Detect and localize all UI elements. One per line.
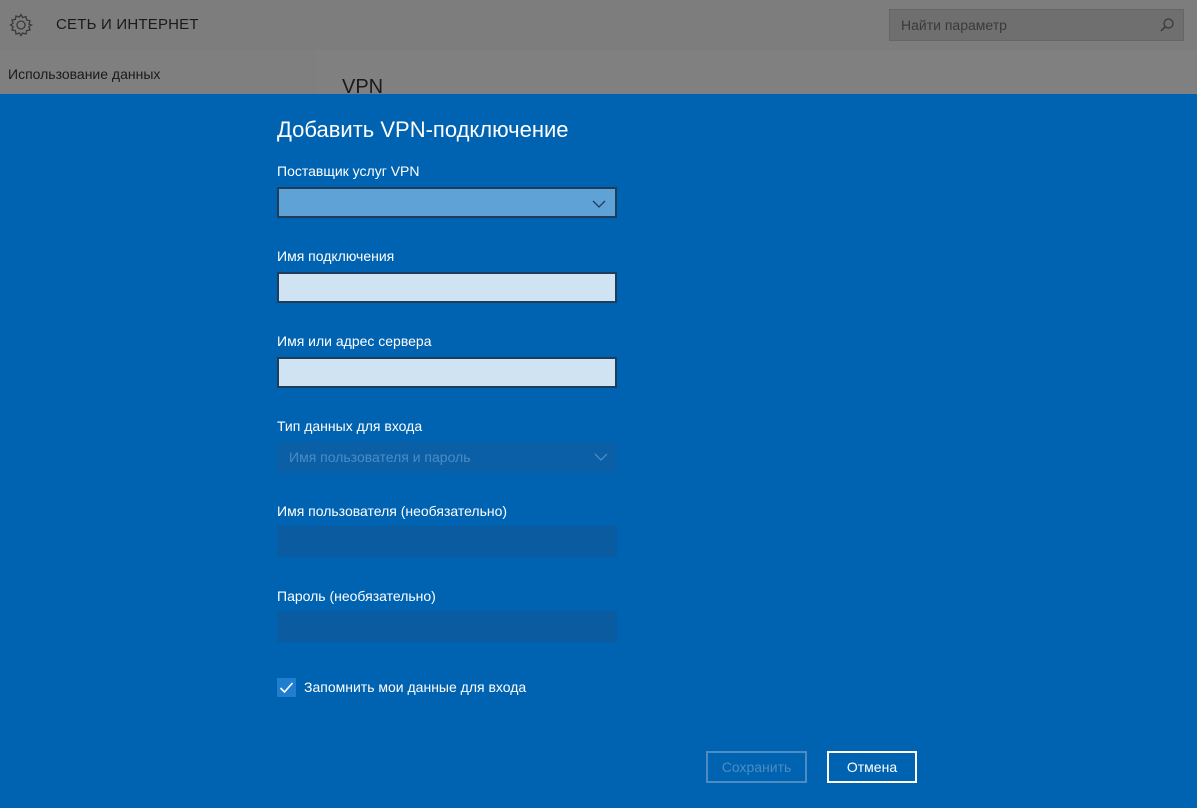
chevron-down-icon [592, 200, 606, 208]
signin-type-label: Тип данных для входа [277, 418, 423, 434]
vpn-provider-label: Поставщик услуг VPN [277, 163, 420, 179]
server-address-input[interactable] [277, 357, 617, 388]
server-address-label: Имя или адрес сервера [277, 333, 432, 349]
chevron-down-icon [594, 453, 608, 461]
vpn-provider-dropdown[interactable] [277, 187, 617, 218]
username-input [277, 526, 617, 557]
remember-signin-label[interactable]: Запомнить мои данные для входа [304, 679, 526, 695]
search-icon[interactable] [1159, 17, 1175, 33]
save-button[interactable]: Сохранить [706, 751, 807, 783]
remember-signin-checkbox[interactable] [277, 678, 296, 697]
cancel-button[interactable]: Отмена [827, 751, 917, 783]
connection-name-label: Имя подключения [277, 248, 395, 264]
password-label: Пароль (необязательно) [277, 588, 436, 604]
app-title: СЕТЬ И ИНТЕРНЕТ [56, 16, 199, 33]
connection-name-input[interactable] [277, 272, 617, 303]
signin-type-value: Имя пользователя и пароль [289, 449, 471, 465]
checkmark-icon [279, 682, 294, 694]
password-input [277, 611, 617, 642]
main-pane: VPN [316, 50, 1197, 98]
app-header: СЕТЬ И ИНТЕРНЕТ [0, 0, 1197, 50]
username-label: Имя пользователя (необязательно) [277, 503, 508, 519]
gear-icon[interactable] [8, 12, 34, 38]
sidebar: Использование данных [0, 50, 316, 94]
search-input[interactable] [890, 10, 1161, 40]
add-vpn-dialog: Добавить VPN-подключение Поставщик услуг… [0, 94, 1197, 808]
search-box[interactable] [889, 9, 1184, 41]
sidebar-item-data-usage[interactable]: Использование данных [8, 66, 160, 82]
dialog-title: Добавить VPN-подключение [277, 117, 569, 142]
signin-type-dropdown: Имя пользователя и пароль [277, 442, 617, 473]
